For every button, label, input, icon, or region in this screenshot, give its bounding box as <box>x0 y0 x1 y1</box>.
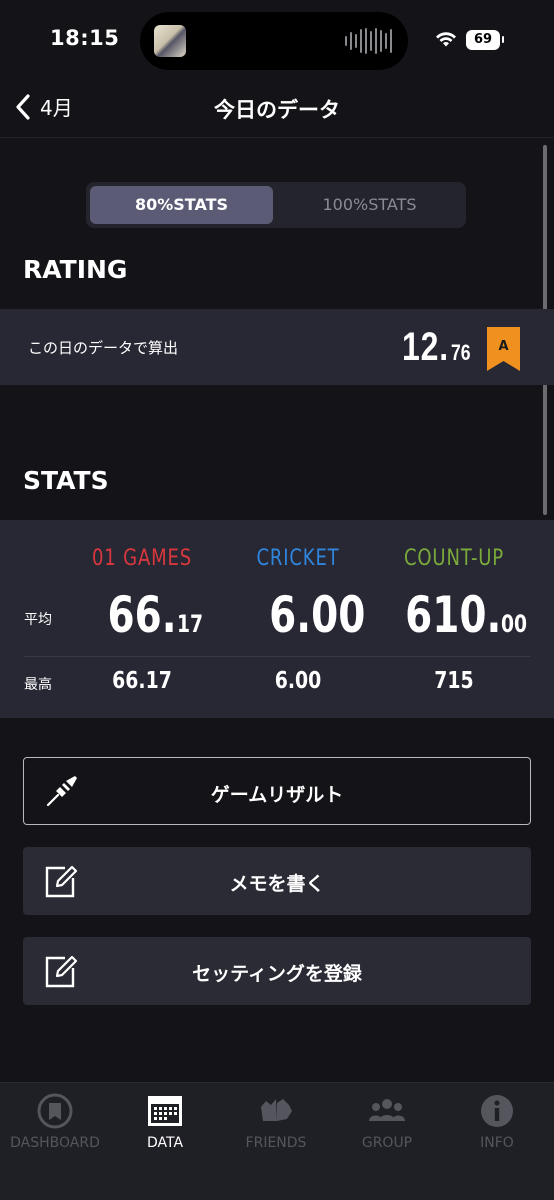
tab-dashboard[interactable]: DASHBOARD <box>0 1093 110 1151</box>
average-01-games: 66.17 <box>88 586 210 644</box>
friends-icon <box>261 1099 292 1121</box>
tab-group[interactable]: GROUP <box>332 1093 442 1151</box>
page-title: 今日のデータ <box>214 98 340 122</box>
tab-data-label: DATA <box>146 1135 184 1151</box>
rating-section-title: RATING <box>23 255 128 284</box>
game-result-label: ゲームリザルト <box>210 784 344 806</box>
tab-dashboard-label: DASHBOARD <box>10 1135 100 1151</box>
rating-value-int: 12. <box>402 325 449 369</box>
rating-row: この日のデータで算出 12.76 A <box>0 309 554 385</box>
column-header-cricket: CRICKET <box>256 546 340 571</box>
segment-80-stats[interactable]: 80%STATS <box>90 186 273 224</box>
column-header-01-games: 01 GAMES <box>92 546 192 571</box>
tab-bar: DASHBOARD DATA FRIENDS GROUP INFO <box>0 1082 554 1200</box>
row-label-average: 平均 <box>24 612 52 628</box>
dynamic-island[interactable] <box>140 12 408 70</box>
average-count-up: 610.00 <box>378 586 535 644</box>
group-icon <box>369 1099 405 1121</box>
audio-waveform-icon <box>345 28 392 54</box>
rating-class-badge: A <box>487 327 520 371</box>
max-01-games: 66.17 <box>112 668 172 694</box>
tab-friends[interactable]: FRIENDS <box>221 1093 331 1151</box>
write-memo-button[interactable]: メモを書く <box>23 847 531 915</box>
tab-friends-label: FRIENDS <box>245 1135 307 1151</box>
rating-value: 12.76 <box>402 325 475 370</box>
tab-data[interactable]: DATA <box>110 1093 220 1151</box>
rating-badge-letter: A <box>498 339 508 354</box>
rating-label: この日のデータで算出 <box>28 339 179 357</box>
row-label-max: 最高 <box>24 677 52 693</box>
average-01-games-int: 66. <box>107 586 177 644</box>
battery-indicator: 69 <box>466 30 504 50</box>
max-count-up: 715 <box>434 668 474 694</box>
game-result-button[interactable]: ゲームリザルト <box>23 757 531 825</box>
register-setting-button[interactable]: セッティングを登録 <box>23 937 531 1005</box>
wifi-icon <box>436 32 456 47</box>
stats-divider <box>24 656 530 657</box>
stats-table: 01 GAMES CRICKET COUNT-UP 平均 66.17 6.00 … <box>0 520 554 718</box>
now-playing-artwork <box>154 25 186 57</box>
tab-group-label: GROUP <box>361 1135 413 1151</box>
tab-info-label: INFO <box>480 1135 514 1151</box>
status-time: 18:15 <box>50 26 120 50</box>
stats-segmented-control: 80%STATS 100%STATS <box>86 182 466 228</box>
status-bar: 18:15 69 <box>0 0 554 86</box>
average-count-up-dec: 00 <box>501 610 528 638</box>
average-count-up-int: 610. <box>405 586 502 644</box>
rating-value-dec: 76 <box>450 340 471 365</box>
average-cricket: 6.00 <box>242 586 365 644</box>
max-cricket: 6.00 <box>274 668 322 694</box>
average-cricket-int: 6.00 <box>269 586 366 644</box>
column-header-count-up: COUNT-UP <box>403 546 505 571</box>
tab-info[interactable]: INFO <box>442 1093 552 1151</box>
average-01-games-dec: 17 <box>176 610 203 638</box>
register-setting-label: セッティングを登録 <box>192 963 362 985</box>
calendar-icon <box>148 1096 182 1126</box>
dashboard-icon <box>37 1093 73 1129</box>
info-icon <box>481 1095 513 1127</box>
stats-section-title: STATS <box>23 466 109 495</box>
segment-100-stats[interactable]: 100%STATS <box>277 186 462 224</box>
nav-bar: 4月 今日のデータ <box>0 86 554 138</box>
write-memo-label: メモを書く <box>229 873 325 895</box>
